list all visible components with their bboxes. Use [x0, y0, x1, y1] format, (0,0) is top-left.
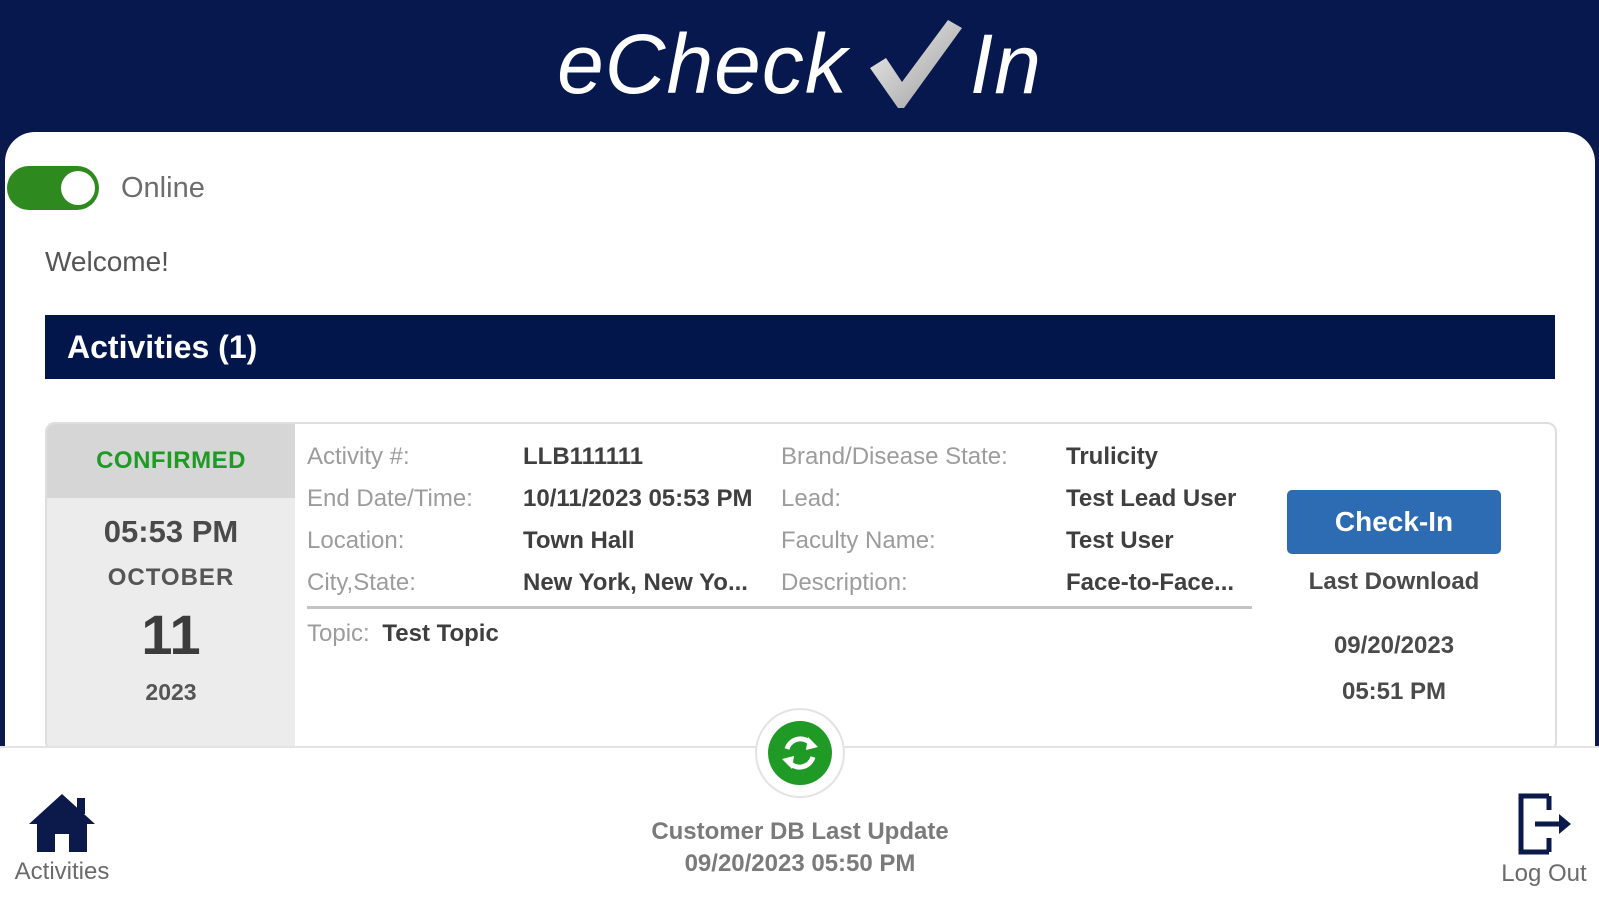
- lead-label: Lead:: [781, 485, 842, 512]
- location-value: Town Hall: [523, 527, 635, 554]
- toggle-knob: [61, 171, 95, 205]
- brand-text-left: eCheck: [557, 17, 848, 111]
- location-label: Location:: [307, 527, 405, 554]
- nav-activities[interactable]: Activities: [0, 792, 124, 886]
- logout-icon: [1518, 793, 1571, 855]
- city-state-value: New York, New Yo...: [523, 569, 748, 596]
- brand-label: Brand/Disease State:: [781, 443, 1008, 470]
- main-panel: Online Welcome! Activities (1) CONFIRMED…: [5, 132, 1595, 752]
- brand-value: Trulicity: [1066, 443, 1159, 470]
- checkmark-icon: [864, 16, 964, 112]
- topic-label: Topic:: [307, 620, 370, 647]
- sync-icon: [768, 721, 832, 785]
- activity-number-label: Activity #:: [307, 443, 410, 470]
- end-datetime-value: 10/11/2023 05:53 PM: [523, 485, 753, 512]
- activity-year: 2023: [145, 679, 197, 705]
- app-header: eCheck In: [0, 0, 1599, 140]
- end-datetime-label: End Date/Time:: [307, 485, 473, 512]
- field-row: End Date/Time: 10/11/2023 05:53 PM Lead:…: [307, 478, 1266, 520]
- activity-month: OCTOBER: [107, 564, 235, 591]
- activity-day: 11: [141, 603, 201, 666]
- db-update-label: Customer DB Last Update: [651, 818, 949, 845]
- faculty-label: Faculty Name:: [781, 527, 936, 554]
- field-row: Activity #: LLB111111 Brand/Disease Stat…: [307, 436, 1266, 478]
- details-divider: [307, 606, 1252, 609]
- brand-text-right: In: [969, 17, 1042, 111]
- activities-title: Activities (1): [67, 328, 258, 365]
- activity-time: 05:53 PM: [103, 514, 239, 549]
- customer-db-update: Customer DB Last Update 09/20/2023 05:50…: [500, 816, 1100, 880]
- last-download-label: Last Download: [1308, 568, 1480, 595]
- nav-activities-label: Activities: [14, 858, 110, 885]
- welcome-text: Welcome!: [45, 246, 169, 277]
- nav-logout[interactable]: Log Out: [1488, 792, 1599, 888]
- description-value: Face-to-Face...: [1066, 569, 1235, 596]
- brand-logo: eCheck In: [557, 16, 1042, 112]
- activity-card[interactable]: CONFIRMED 05:53 PM OCTOBER 11 2023 Activ…: [45, 422, 1557, 752]
- sync-button[interactable]: [755, 708, 845, 798]
- check-in-button[interactable]: Check-In: [1287, 490, 1501, 554]
- activity-fields: Activity #: LLB111111 Brand/Disease Stat…: [307, 436, 1266, 604]
- online-toggle[interactable]: [7, 166, 99, 210]
- status-badge: CONFIRMED: [47, 424, 295, 498]
- home-icon: [29, 794, 95, 852]
- activity-date-column: CONFIRMED 05:53 PM OCTOBER 11 2023: [47, 424, 295, 750]
- faculty-value: Test User: [1066, 527, 1174, 554]
- topic-row: Topic: Test Topic: [307, 620, 499, 648]
- city-state-label: City,State:: [307, 569, 416, 596]
- activity-details: Activity #: LLB111111 Brand/Disease Stat…: [295, 424, 1555, 750]
- field-row: City,State: New York, New Yo... Descript…: [307, 562, 1266, 604]
- activities-header: Activities (1): [45, 315, 1555, 379]
- activity-number-value: LLB111111: [523, 443, 644, 470]
- topic-value: Test Topic: [382, 620, 499, 647]
- field-row: Location: Town Hall Faculty Name: Test U…: [307, 520, 1266, 562]
- nav-logout-label: Log Out: [1501, 860, 1587, 887]
- last-download-date: 09/20/2023: [1333, 632, 1455, 659]
- activity-actions: Check-In Last Download 09/20/2023 05:51 …: [1287, 490, 1501, 706]
- lead-value: Test Lead User: [1066, 485, 1237, 512]
- online-label: Online: [121, 171, 205, 204]
- bottom-nav: Customer DB Last Update 09/20/2023 05:50…: [0, 708, 1599, 900]
- last-download-time: 05:51 PM: [1341, 678, 1447, 705]
- description-label: Description:: [781, 569, 908, 596]
- db-update-timestamp: 09/20/2023 05:50 PM: [684, 850, 916, 877]
- online-status-row: Online: [7, 166, 205, 210]
- app-window: eCheck In Online Welcome! Activities (1)…: [0, 0, 1599, 900]
